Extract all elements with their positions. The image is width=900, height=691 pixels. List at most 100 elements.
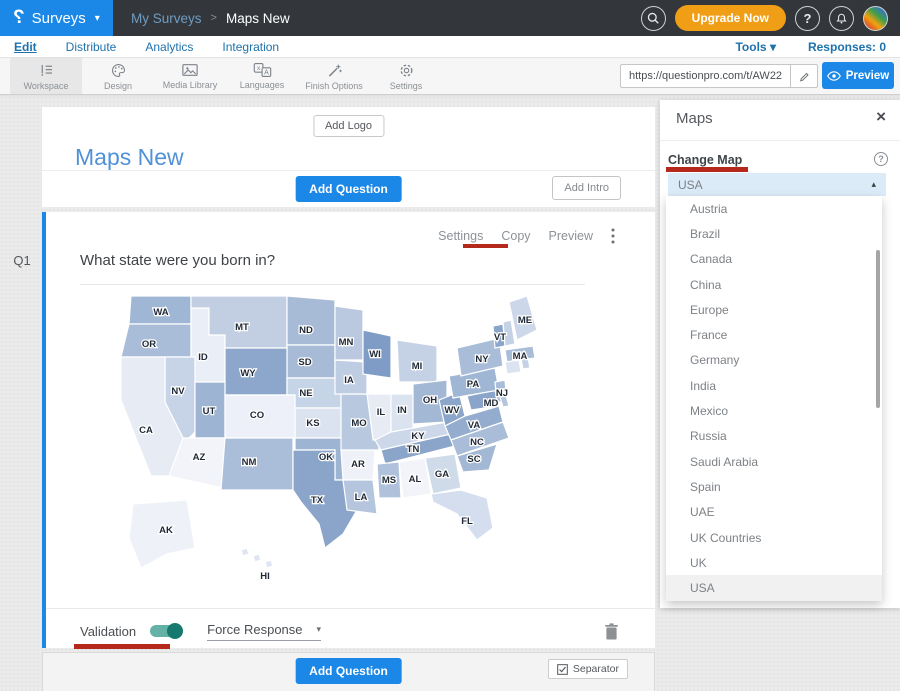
state-wy[interactable] [225,348,287,395]
state-label-mn: MN [339,337,354,348]
state-nm[interactable] [221,438,293,490]
toolbar-finish-options[interactable]: Finish Options [298,58,370,94]
map-option-india[interactable]: India [666,373,882,398]
design-icon [110,62,127,79]
user-avatar[interactable] [863,6,888,31]
tab-analytics[interactable]: Analytics [145,40,193,54]
state-fl[interactable] [431,490,493,540]
state-label-nj: NJ [496,388,508,399]
map-option-spain[interactable]: Spain [666,474,882,499]
state-label-ma: MA [513,351,528,362]
survey-url-input[interactable] [620,64,790,88]
product-name: Surveys [32,10,86,27]
separator-toggle[interactable]: Separator [548,659,628,679]
tab-distribute[interactable]: Distribute [66,40,117,54]
product-switcher[interactable]: ? Surveys ▾ [0,0,113,36]
breadcrumb-my-surveys[interactable]: My Surveys [131,11,202,26]
question-action-preview[interactable]: Preview [549,229,593,243]
survey-title[interactable]: Maps New [75,144,184,171]
toolbar-languages[interactable]: xALanguages [226,58,298,94]
map-options-list: AustriaBrazilCanadaChinaEuropeFranceGerm… [666,196,882,601]
question-action-settings[interactable]: Settings [438,229,483,243]
map-option-brazil[interactable]: Brazil [666,221,882,246]
map-option-uk-countries[interactable]: UK Countries [666,525,882,550]
state-label-wi: WI [369,349,381,360]
map-option-china[interactable]: China [666,272,882,297]
state-label-wv: WV [444,405,460,416]
search-button[interactable] [641,6,666,31]
tab-edit[interactable]: Edit [14,40,37,54]
state-ct[interactable] [505,360,521,374]
notifications-button[interactable] [829,6,854,31]
trash-icon [604,623,619,640]
question-menu-button[interactable] [611,228,615,244]
state-label-in: IN [397,405,407,416]
toolbar-design[interactable]: Design [82,58,154,94]
state-hi[interactable] [241,548,249,556]
question-action-links: Settings Copy Preview [438,229,593,243]
preview-button[interactable]: Preview [822,62,894,89]
media-library-icon [181,62,199,78]
edit-url-button[interactable] [790,64,818,88]
change-map-help-icon[interactable]: ? [874,152,888,166]
add-question-button-top[interactable]: Add Question [295,176,402,202]
eye-icon [827,71,841,81]
map-option-canada[interactable]: Canada [666,247,882,272]
question-text[interactable]: What state were you born in? [80,252,585,285]
map-option-germany[interactable]: Germany [666,348,882,373]
force-response-dropdown[interactable]: Force Response ▾ [207,622,321,641]
annotation-underline-settings [463,244,508,248]
delete-question-button[interactable] [604,623,619,640]
map-select[interactable]: USA ▴ [668,173,886,196]
state-label-wy: WY [240,368,256,379]
state-label-fl: FL [461,516,473,527]
state-label-ga: GA [435,469,449,480]
top-header-bar: ? Surveys ▾ My Surveys > Maps New Upgrad… [0,0,900,36]
add-question-strip: Add Question Separator [42,652,655,691]
map-option-russia[interactable]: Russia [666,424,882,449]
toolbar-items: Workspace Design Media Library xALanguagesF… [10,58,442,94]
map-option-austria[interactable]: Austria [666,196,882,221]
add-question-button-bottom[interactable]: Add Question [295,658,402,684]
toolbar-media-library[interactable]: Media Library [154,58,226,94]
help-button[interactable]: ? [795,6,820,31]
svg-text:A: A [264,70,269,77]
question-action-copy[interactable]: Copy [501,229,530,243]
state-label-me: ME [518,315,532,326]
toolbar-item-label: Workspace [24,81,69,91]
map-option-usa[interactable]: USA [666,575,882,600]
state-mn[interactable] [335,306,363,360]
state-nd[interactable] [287,296,335,345]
map-option-saudi-arabia[interactable]: Saudi Arabia [666,449,882,474]
state-label-co: CO [250,410,264,421]
add-logo-button[interactable]: Add Logo [313,115,384,137]
responses-count[interactable]: Responses: 0 [808,40,886,54]
map-option-uk[interactable]: UK [666,550,882,575]
panel-header: Maps × [660,100,900,141]
map-option-mexico[interactable]: Mexico [666,398,882,423]
question-footer-divider [46,608,655,609]
state-hi[interactable] [265,560,273,568]
toolbar-settings[interactable]: Settings [370,58,442,94]
question-number: Q1 [6,253,38,268]
add-intro-button[interactable]: Add Intro [552,176,621,200]
state-label-al: AL [409,474,422,485]
dropdown-scrollbar[interactable] [876,250,880,408]
close-icon[interactable]: × [876,107,886,127]
map-option-france[interactable]: France [666,322,882,347]
validation-toggle[interactable] [150,625,181,637]
tools-menu[interactable]: Tools ▾ [735,40,775,54]
state-label-or: OR [142,339,156,350]
map-option-europe[interactable]: Europe [666,297,882,322]
state-hi[interactable] [253,554,261,562]
kebab-menu-icon [611,228,615,244]
toolbar-item-label: Media Library [163,80,218,90]
state-label-vt: VT [494,332,506,343]
state-label-hi: HI [260,571,270,582]
state-label-ar: AR [351,459,365,470]
tab-integration[interactable]: Integration [222,40,279,54]
toolbar-workspace[interactable]: Workspace [10,58,82,94]
state-label-ut: UT [203,406,216,417]
upgrade-now-button[interactable]: Upgrade Now [675,5,786,31]
map-option-uae[interactable]: UAE [666,500,882,525]
